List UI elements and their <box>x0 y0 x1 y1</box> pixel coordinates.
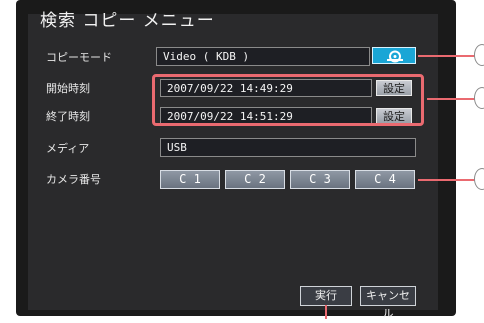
camera-button-c3[interactable]: C 3 <box>290 170 350 189</box>
callout-line-copy-mode <box>418 55 476 57</box>
callout-line-time <box>427 98 476 100</box>
copy-mode-button[interactable] <box>372 47 416 64</box>
callout-circle-copy-mode <box>474 44 484 66</box>
time-range-highlight <box>152 74 424 126</box>
camera-button-c4[interactable]: C 4 <box>355 170 415 189</box>
end-time-label: 終了時刻 <box>46 110 90 123</box>
media-field[interactable]: USB <box>160 138 416 157</box>
callout-line-execute <box>325 305 327 319</box>
copy-mode-label: コピーモード <box>46 51 112 64</box>
menu-title: 検索 コピー メニュー <box>40 11 215 31</box>
execute-button[interactable]: 実行 <box>300 286 352 306</box>
callout-line-camera <box>418 179 476 181</box>
media-label: メディア <box>46 142 90 155</box>
callout-circle-time <box>474 87 484 109</box>
callout-circle-camera <box>474 168 484 190</box>
copy-mode-field[interactable]: Video ( KDB ) <box>156 47 370 66</box>
start-time-label: 開始時刻 <box>46 82 90 95</box>
cancel-button[interactable]: キャンセル <box>360 286 416 320</box>
disc-icon <box>387 50 403 63</box>
camera-button-c2[interactable]: C 2 <box>225 170 285 189</box>
camera-button-c1[interactable]: C 1 <box>160 170 220 189</box>
camera-number-label: カメラ番号 <box>46 173 101 186</box>
